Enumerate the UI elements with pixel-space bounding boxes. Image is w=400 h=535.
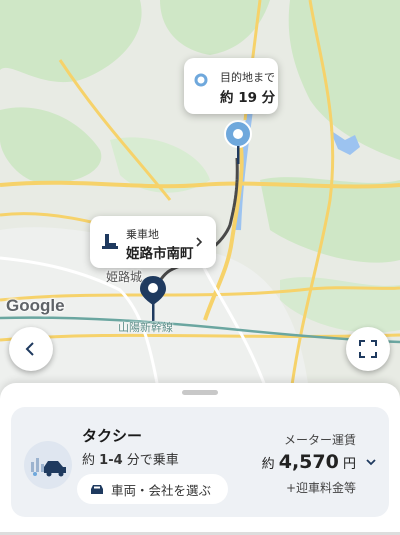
pickup-location-bubble[interactable]: 乗車地 姫路市南町 [90, 216, 216, 268]
pickup-eta: 約 1-4 分で乗車 [82, 449, 179, 468]
fullscreen-button[interactable] [346, 327, 390, 371]
map-label-line: 山陽新幹線 [118, 321, 173, 334]
sheet-drag-handle[interactable] [182, 390, 218, 395]
map-label-city: 姫路城 [106, 270, 143, 284]
fare-price: 約 4,570 円 [262, 451, 356, 473]
eta-prefix: 約 [82, 453, 96, 468]
chevron-right-icon [196, 237, 203, 247]
taxi-icon [24, 441, 72, 489]
bottom-sheet[interactable]: タクシー 約 1-4 分で乗車 車両・会社を選ぶ メーター運賃 約 4,570 … [0, 383, 400, 535]
destination-ring-icon [194, 73, 208, 87]
select-vehicle-company-button[interactable]: 車両・会社を選ぶ [77, 474, 228, 504]
select-button-label: 車両・会社を選ぶ [111, 482, 212, 498]
chevron-down-icon[interactable] [365, 457, 377, 467]
taxi-option-card[interactable]: タクシー 約 1-4 分で乗車 車両・会社を選ぶ メーター運賃 約 4,570 … [11, 407, 389, 517]
chevron-left-icon [25, 342, 34, 356]
fare-prefix: 約 [261, 457, 275, 472]
back-button[interactable] [9, 327, 53, 371]
destination-label: 目的地まで [220, 71, 275, 84]
car-icon [91, 485, 103, 494]
fare-note: +迎車料金等 [285, 481, 356, 495]
destination-pin-icon[interactable] [224, 120, 252, 166]
pickup-place: 姫路市南町 [126, 246, 194, 262]
destination-eta-bubble[interactable]: 目的地まで 約 19 分 [184, 58, 278, 114]
map-view[interactable]: 目的地まで 約 19 分 乗車地 姫路市南町 姫路城 山陽新幹線 Google [0, 0, 400, 401]
fare-label: メーター運賃 [283, 433, 356, 447]
eta-suffix: 分で乗車 [126, 453, 179, 468]
seat-icon [102, 234, 118, 249]
pickup-pin-icon[interactable] [139, 275, 167, 323]
destination-eta: 約 19 分 [220, 90, 276, 106]
expand-icon [359, 340, 377, 358]
option-title: タクシー [82, 427, 143, 445]
google-attribution: Google [6, 296, 65, 315]
pickup-label: 乗車地 [126, 228, 159, 241]
fare-unit: 円 [342, 457, 356, 472]
fare-amount: 4,570 [278, 451, 339, 473]
eta-range: 1-4 [99, 453, 123, 468]
